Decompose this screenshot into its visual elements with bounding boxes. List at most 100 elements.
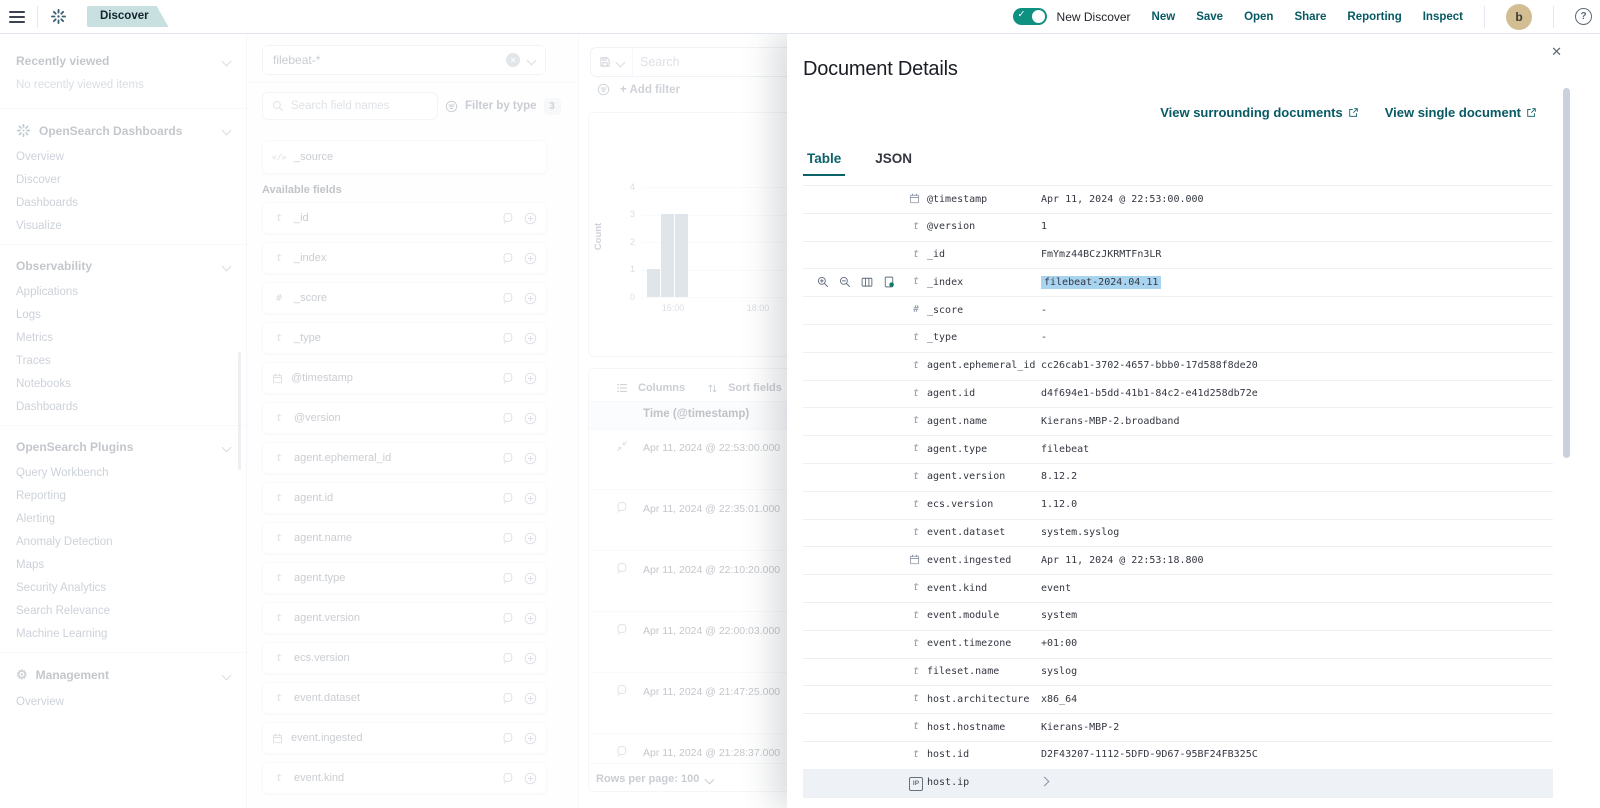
string-type-icon: t [909, 638, 923, 649]
doc-field-name: host.hostname [927, 722, 1005, 733]
doc-field-value: Apr 11, 2024 @ 22:53:00.000 [1041, 194, 1204, 205]
selected-text: filebeat-2024.04.11 [1041, 276, 1161, 289]
doc-field-value: x86_64 [1041, 694, 1077, 705]
doc-field-row-agent.id: tagent.idd4f694e1-b5dd-41b1-84c2-e41d258… [803, 381, 1553, 409]
topbar-link-reporting[interactable]: Reporting [1347, 11, 1401, 23]
divider [1553, 6, 1554, 28]
doc-field-row-agent.name: tagent.nameKierans-MBP-2.broadband [803, 408, 1553, 436]
doc-field-name: agent.type [927, 444, 987, 455]
string-type-icon: t [909, 610, 923, 621]
opensearch-discover-screen: Discover ✓ New Discover NewSaveOpenShare… [0, 0, 1600, 808]
string-type-icon: t [909, 415, 923, 426]
toggle-column-icon[interactable] [861, 276, 873, 288]
tab-json[interactable]: JSON [871, 145, 916, 176]
flyout-tabs: Table JSON [803, 145, 916, 176]
doc-field-row-@timestamp: @timestampApr 11, 2024 @ 22:53:00.000 [803, 186, 1553, 214]
doc-field-name: _score [927, 305, 963, 316]
flyout-title: Document Details [803, 58, 958, 81]
link-label: View single document [1385, 105, 1521, 120]
doc-field-name: _index [927, 277, 963, 288]
doc-field-value: cc26cab1-3702-4657-bbb0-17d588f8de20 [1041, 360, 1258, 371]
doc-field-value: filebeat [1041, 444, 1089, 455]
doc-field-row-_index: t _index filebeat-2024.04.11 [803, 269, 1553, 297]
top-navigation-bar: Discover ✓ New Discover NewSaveOpenShare… [0, 0, 1600, 34]
number-type-icon: # [909, 304, 923, 315]
external-link-icon [1348, 107, 1359, 118]
doc-field-value: syslog [1041, 666, 1077, 677]
doc-field-name: fileset.name [927, 666, 999, 677]
doc-field-name: host.ip [927, 777, 969, 788]
doc-field-name: event.module [927, 610, 999, 621]
doc-field-row-_score: #_score- [803, 297, 1553, 325]
doc-field-value: filebeat-2024.04.11 [1041, 277, 1161, 288]
topbar-link-new[interactable]: New [1152, 11, 1176, 23]
opensearch-logo-icon[interactable] [50, 8, 67, 25]
app-tab-discover[interactable]: Discover [87, 6, 169, 27]
string-type-icon: t [909, 276, 923, 287]
doc-field-row-event.dataset: tevent.datasetsystem.syslog [803, 520, 1553, 548]
doc-field-row-host.id: t host.id D2F43207-1112-5DFD-9D67-95BF24FB… [803, 742, 1553, 770]
doc-field-row-host.ip: IP host.ip [803, 770, 1553, 798]
avatar[interactable]: b [1506, 4, 1532, 30]
topbar-link-open[interactable]: Open [1244, 11, 1273, 23]
doc-field-row-event.timezone: t event.timezone +01:00 [803, 631, 1553, 659]
new-discover-toggle[interactable]: ✓ [1013, 8, 1047, 25]
doc-field-name: agent.id [927, 388, 975, 399]
close-icon[interactable]: ✕ [1551, 44, 1562, 60]
doc-field-name: @version [927, 221, 975, 232]
tab-table[interactable]: Table [803, 145, 845, 176]
document-fields-table: @timestampApr 11, 2024 @ 22:53:00.000 t @v… [803, 185, 1553, 798]
filter-for-value-icon[interactable] [817, 276, 829, 288]
doc-field-row-agent.version: tagent.version8.12.2 [803, 464, 1553, 492]
doc-field-name: _type [927, 332, 957, 343]
doc-field-value: D2F43207-1112-5DFD-9D67-95BF24FB325C [1041, 749, 1258, 760]
doc-field-row-ecs.version: tecs.version1.12.0 [803, 492, 1553, 520]
expand-value-icon[interactable] [1041, 777, 1048, 788]
string-type-icon: t [909, 721, 923, 732]
string-type-icon: t [909, 582, 923, 593]
doc-field-row-event.kind: t event.kind event [803, 575, 1553, 603]
calendar-icon [909, 193, 920, 204]
ip-type-icon: IP [909, 777, 923, 791]
string-type-icon: t [909, 471, 923, 482]
doc-field-value: event [1041, 583, 1071, 594]
doc-field-value: +01:00 [1041, 638, 1077, 649]
topbar-link-inspect[interactable]: Inspect [1423, 11, 1463, 23]
doc-field-name: host.id [927, 749, 969, 760]
string-type-icon: t [909, 388, 923, 399]
view-surrounding-documents-link[interactable]: View surrounding documents [1160, 105, 1359, 120]
doc-field-value: 1.12.0 [1041, 499, 1077, 510]
doc-field-name: event.kind [927, 583, 987, 594]
topbar-link-share[interactable]: Share [1294, 11, 1326, 23]
doc-field-name: event.timezone [927, 638, 1011, 649]
view-single-document-link[interactable]: View single document [1385, 105, 1537, 120]
doc-field-name: agent.version [927, 471, 1005, 482]
filter-out-value-icon[interactable] [839, 276, 851, 288]
string-type-icon: t [909, 749, 923, 760]
doc-field-name: agent.name [927, 416, 987, 427]
doc-field-row-agent.ephemeral_id: tagent.ephemeral_idcc26cab1-3702-4657-bb… [803, 353, 1553, 381]
doc-field-row-agent.type: tagent.typefilebeat [803, 436, 1553, 464]
topbar-right: ✓ New Discover NewSaveOpenShareReporting… [1013, 4, 1600, 30]
doc-field-row-fileset.name: tfileset.namesyslog [803, 659, 1553, 687]
doc-field-row-event.module: tevent.modulesystem [803, 603, 1553, 631]
help-icon[interactable]: ? [1575, 8, 1592, 25]
doc-field-name: _id [927, 249, 945, 260]
doc-field-row-host.architecture: thost.architecturex86_64 [803, 686, 1553, 714]
filter-field-present-icon[interactable] [883, 276, 895, 288]
doc-field-value: Apr 11, 2024 @ 22:53:18.800 [1041, 555, 1204, 566]
flyout-scrollbar[interactable] [1563, 88, 1570, 458]
doc-field-row-host.hostname: thost.hostnameKierans-MBP-2 [803, 714, 1553, 742]
topbar-left: Discover [0, 6, 169, 28]
menu-icon[interactable] [9, 11, 25, 23]
document-details-flyout: ✕ Document Details View surrounding docu… [787, 33, 1600, 808]
external-link-icon [1526, 107, 1537, 118]
divider [37, 6, 38, 28]
doc-field-row-@version: t@version1 [803, 214, 1553, 242]
topbar-link-save[interactable]: Save [1196, 11, 1223, 23]
doc-field-row-_id: t_idFmYmz44BCzJKRMTFn3LR [803, 242, 1553, 270]
link-label: View surrounding documents [1160, 105, 1343, 120]
doc-field-value: - [1041, 332, 1047, 343]
doc-field-value: 1 [1041, 221, 1047, 232]
string-type-icon: t [909, 332, 923, 343]
